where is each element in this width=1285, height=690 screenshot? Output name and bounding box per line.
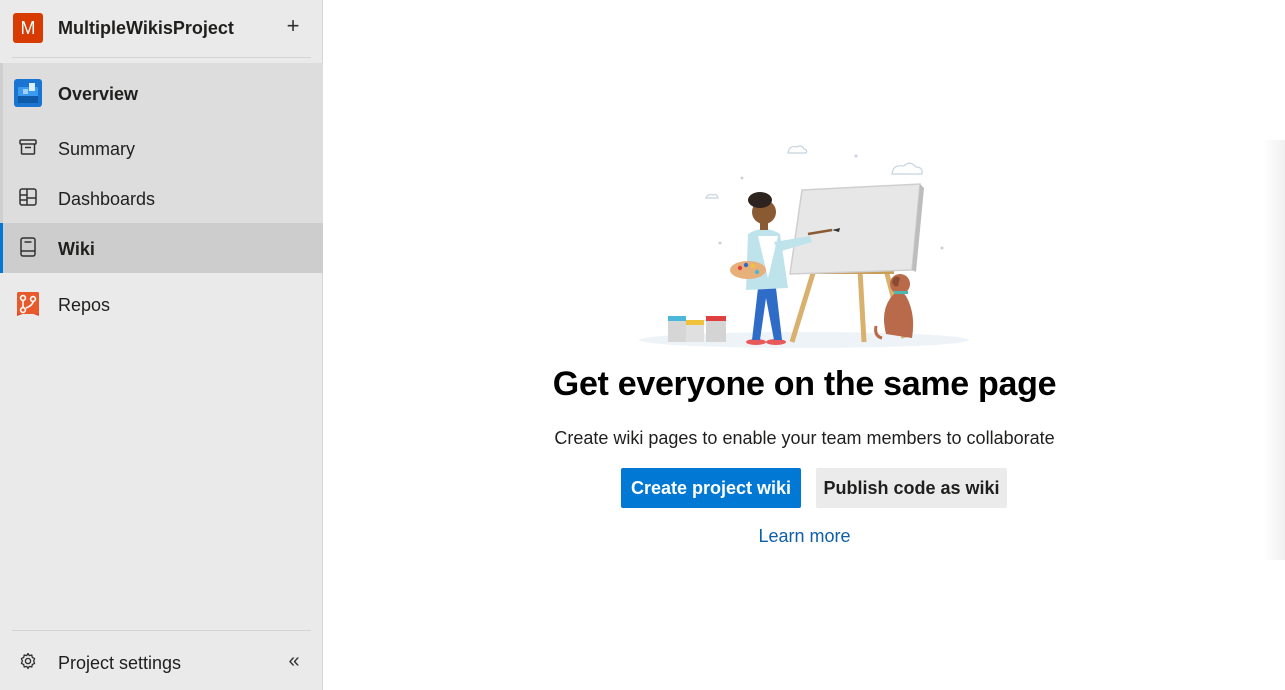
project-header: M MultipleWikisProject + [0, 0, 323, 57]
double-chevron-left-icon[interactable]: « [283, 649, 305, 673]
create-project-wiki-button[interactable]: Create project wiki [621, 468, 801, 508]
repos-icon [17, 292, 39, 316]
project-settings-label: Project settings [58, 653, 182, 673]
sidebar-item-label: Repos [58, 295, 111, 315]
divider [12, 630, 311, 631]
learn-more-link[interactable]: Learn more [324, 526, 1285, 547]
project-avatar[interactable]: M [13, 13, 43, 43]
publish-code-as-wiki-button[interactable]: Publish code as wiki [816, 468, 1007, 508]
sidebar-item-label: Overview [58, 84, 139, 104]
divider [12, 57, 311, 58]
edge-shadow [1263, 140, 1285, 560]
overview-icon [14, 79, 42, 107]
gear-icon [20, 652, 36, 670]
sidebar-item-label: Summary [58, 139, 136, 159]
sidebar: M MultipleWikisProject + Overview Summar… [0, 0, 323, 690]
sidebar-item-repos[interactable]: Repos [0, 280, 323, 330]
empty-state-title: Get everyone on the same page [552, 365, 1057, 403]
empty-state-subtitle: Create wiki pages to enable your team me… [554, 428, 1055, 448]
sidebar-item-label: Wiki [58, 239, 95, 259]
main-content: Get everyone on the same page Create wik… [324, 0, 1285, 690]
sidebar-item-wiki[interactable]: Wiki [0, 223, 323, 273]
sidebar-item-dashboards[interactable]: Dashboards [0, 175, 323, 223]
painter-illustration [639, 145, 969, 348]
project-name[interactable]: MultipleWikisProject [58, 18, 234, 39]
project-settings-button[interactable]: Project settings [0, 640, 280, 684]
wiki-book-icon [20, 237, 36, 257]
sidebar-item-summary[interactable]: Summary [0, 125, 323, 173]
sidebar-item-overview[interactable]: Overview [0, 63, 323, 123]
summary-icon [19, 139, 37, 155]
dashboard-icon [19, 188, 37, 206]
plus-icon[interactable]: + [282, 14, 304, 38]
sidebar-item-label: Dashboards [58, 189, 156, 209]
